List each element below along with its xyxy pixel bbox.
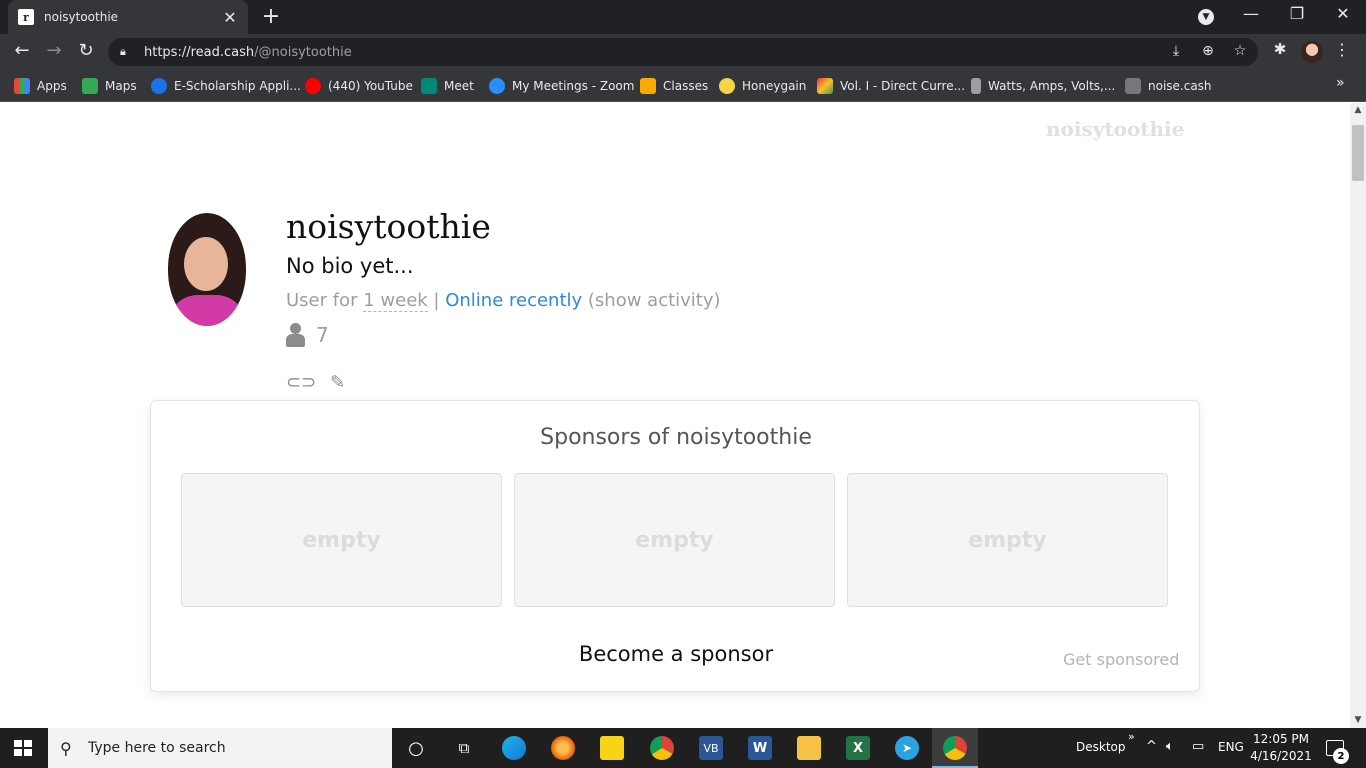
meet-icon [421,78,437,94]
browser-menu-icon[interactable]: ⋮ [1334,40,1350,59]
extensions-puzzle-icon[interactable]: ✱ [1270,40,1290,58]
show-activity-link[interactable]: (show activity) [582,290,721,311]
sponsor-slot: empty [181,473,502,607]
language-indicator[interactable]: ENG [1218,740,1244,754]
scroll-up-icon[interactable]: ▲ [1350,105,1366,115]
bookmark-zoom[interactable]: My Meetings - Zoom [489,76,634,96]
sponsor-slot: empty [514,473,835,607]
bookmark-noise-cash[interactable]: noise.cash [1125,76,1212,96]
browser-toolbar: ← → ↻ 🔒︎ https://read.cash/@noisytoothie… [0,34,1366,70]
toolbar-expand-icon[interactable]: » [1128,730,1135,743]
firefox-icon[interactable] [551,736,575,760]
profile-username: noisytoothie [286,207,491,246]
tray-chevron-up-icon[interactable]: ^ [1146,739,1157,754]
maps-icon [82,78,98,94]
honeygain-icon [719,78,735,94]
close-tab-icon[interactable]: ✕ [222,8,238,27]
profile-avatar-icon[interactable] [1301,41,1323,63]
file-explorer-icon[interactable] [797,736,821,760]
page-content: noisytoothie noisytoothie No bio yet... … [0,103,1350,728]
sponsors-title: Sponsors of noisytoothie [540,425,812,450]
tab-search-icon[interactable]: ▼ [1198,9,1214,25]
classroom-icon [640,78,656,94]
desktop-toolbar[interactable]: Desktop [1076,740,1126,754]
page-scrollbar[interactable]: ▲ ▼ [1350,103,1366,728]
profile-meta: User for 1 week | Online recently (show … [286,290,721,312]
profile-actions: ⊂⊃ ✎ [286,372,345,393]
browser-tab-active[interactable]: r noisytoothie ✕ [8,0,248,34]
membership-duration: 1 week [363,290,428,312]
bookmark-youtube[interactable]: (440) YouTube [305,76,413,96]
bookmark-watts-amps[interactable]: Watts, Amps, Volts,... [971,76,1115,96]
reload-icon[interactable]: ↻ [74,40,98,61]
apps-grid-icon [14,78,30,94]
bookmark-escholarship[interactable]: E-Scholarship Appli... [151,76,301,96]
url-text[interactable]: https://read.cash/@noisytoothie [144,45,352,60]
zoom-video-icon [489,78,505,94]
taskbar-search-input[interactable]: ⚲ Type here to search [48,728,392,768]
youtube-icon [305,78,321,94]
edge-icon[interactable] [502,736,526,760]
windows-start-icon[interactable] [14,740,32,756]
sticky-notes-icon[interactable] [600,736,624,760]
scroll-down-icon[interactable]: ▼ [1350,715,1366,725]
tab-strip: r noisytoothie ✕ + ▼ — ❐ ✕ [0,0,1366,34]
minimize-icon[interactable]: — [1236,4,1266,23]
search-icon: ⚲ [60,738,72,758]
bookmarks-bar: Apps Maps E-Scholarship Appli... (440) Y… [0,70,1366,102]
sponsors-card: Sponsors of noisytoothie empty empty emp… [150,400,1200,692]
notification-badge: 2 [1333,748,1349,764]
noise-cash-icon [1125,78,1141,94]
bookmark-star-icon[interactable]: ☆ [1230,43,1250,59]
new-tab-button[interactable]: + [259,4,283,29]
bookmark-direct-current[interactable]: Vol. I - Direct Curre... [817,76,965,96]
address-bar[interactable]: 🔒︎ https://read.cash/@noisytoothie ⤓ ⊕ ☆ [108,38,1258,66]
get-sponsored-link[interactable]: Get sponsored [1063,650,1179,669]
cortana-icon[interactable]: ○ [404,736,428,760]
become-sponsor-button[interactable]: Become a sponsor [151,642,1201,666]
chrome-active-icon[interactable] [943,736,967,760]
edit-pencil-icon[interactable]: ✎ [330,372,345,393]
link-icon[interactable]: ⊂⊃ [286,372,316,393]
system-clock[interactable]: 12:05 PM 4/16/2021 [1250,731,1312,765]
sponsor-slot: empty [847,473,1168,607]
bookmark-honeygain[interactable]: Honeygain [719,76,806,96]
site-favicon-icon: r [18,9,34,25]
windows-taskbar: ⚲ Type here to search ○ ⧉ VB W X ➤ Deskt… [0,728,1366,768]
telegram-icon[interactable]: ➤ [895,736,919,760]
chrome-icon[interactable] [650,736,674,760]
battery-icon[interactable]: ▭ [1192,739,1204,754]
figure-icon [971,78,981,94]
lock-icon: 🔒︎ [120,45,126,58]
avatar [168,213,246,326]
excel-icon[interactable]: X [846,736,870,760]
back-arrow-icon[interactable]: ← [10,40,34,61]
window-close-icon[interactable]: ✕ [1328,4,1358,23]
bookmark-classes[interactable]: Classes [640,76,708,96]
bookmark-apps[interactable]: Apps [14,76,67,96]
scrollbar-thumb[interactable] [1352,125,1364,181]
bookmark-meet[interactable]: Meet [421,76,474,96]
forward-arrow-icon[interactable]: → [42,40,66,61]
person-icon [286,323,306,347]
task-view-icon[interactable]: ⧉ [452,736,476,760]
followers-count[interactable]: 7 [286,323,329,347]
install-app-icon[interactable]: ⤓ [1166,43,1186,59]
book-icon [817,78,833,94]
escholarship-icon [151,78,167,94]
volume-icon[interactable]: 🔈︎ [1166,739,1174,754]
more-bookmarks-icon[interactable]: » [1336,75,1345,91]
site-brand[interactable]: noisytoothie [1046,117,1184,141]
zoom-icon[interactable]: ⊕ [1198,43,1218,59]
restore-icon[interactable]: ❐ [1282,4,1312,23]
profile-bio: No bio yet... [286,254,414,278]
tab-title: noisytoothie [44,10,119,24]
word-icon[interactable]: W [748,736,772,760]
visual-basic-icon[interactable]: VB [699,736,723,760]
bookmark-maps[interactable]: Maps [82,76,137,96]
online-status: Online recently [445,290,583,311]
